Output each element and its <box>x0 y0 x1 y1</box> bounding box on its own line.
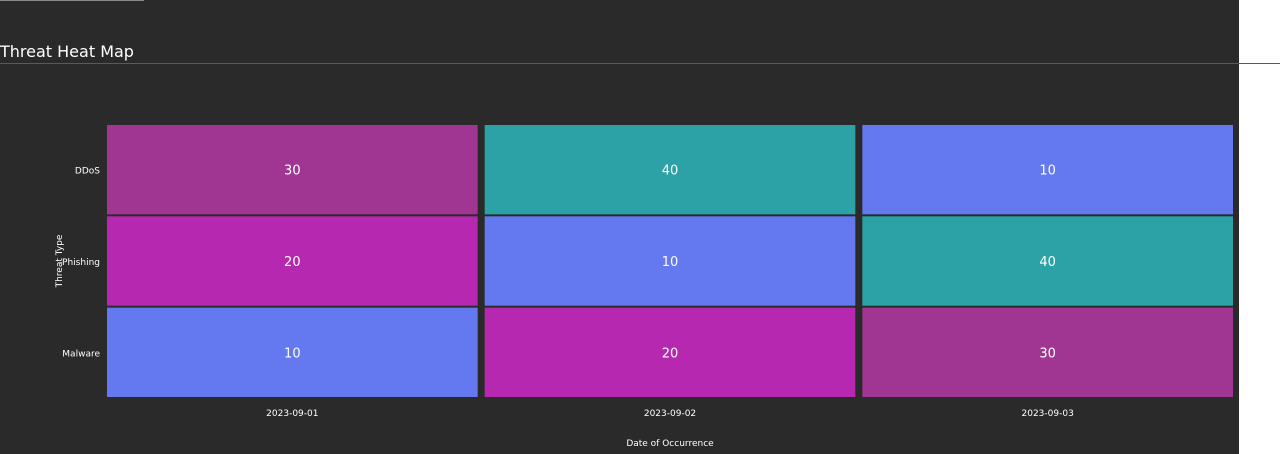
heatmap-chart: 30 40 10 20 10 40 10 20 30 DDoS Phishing Malware 2… <box>55 125 1233 449</box>
cell-value-label: 10 <box>1039 164 1056 179</box>
y-tick-label: Malware <box>62 349 100 359</box>
cell-value-label: 40 <box>662 164 679 179</box>
x-tick-label: 2023-09-01 <box>266 409 318 419</box>
y-axis-title: Threat Type <box>55 234 65 288</box>
cell-value-label: 10 <box>662 255 679 270</box>
y-axis-tick-labels: DDoS Phishing Malware <box>62 167 100 360</box>
x-axis-title: Date of Occurrence <box>626 439 714 449</box>
cell-value-label: 30 <box>284 164 301 179</box>
x-tick-label: 2023-09-03 <box>1022 409 1074 419</box>
cell-value-label: 10 <box>284 346 301 361</box>
cell-value-label: 40 <box>1039 255 1056 270</box>
cell-value-label: 30 <box>1039 346 1056 361</box>
cell-value-label: 20 <box>284 255 301 270</box>
y-tick-label: Phishing <box>62 258 100 268</box>
x-axis-tick-labels: 2023-09-01 2023-09-02 2023-09-03 <box>266 409 1074 419</box>
cell-value-label: 20 <box>662 346 679 361</box>
x-tick-label: 2023-09-02 <box>644 409 696 419</box>
y-tick-label: DDoS <box>75 167 100 177</box>
